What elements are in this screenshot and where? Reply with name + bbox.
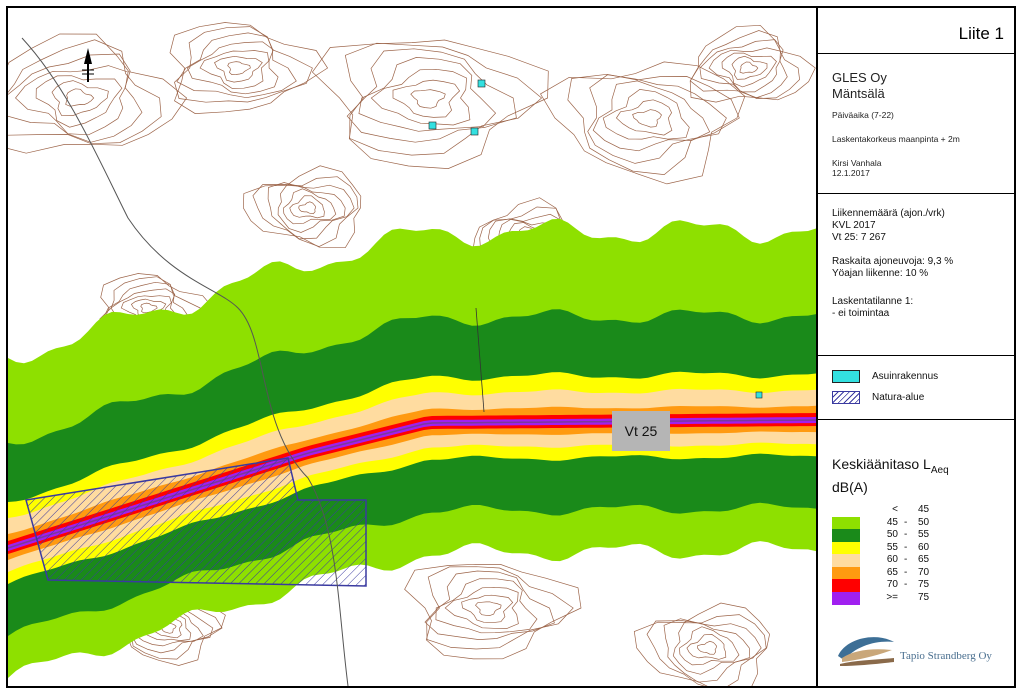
logo-text: Tapio Strandberg Oy	[900, 650, 992, 662]
building	[755, 391, 763, 399]
legend-title-main: Keskiäänitaso L	[832, 456, 931, 472]
company: GLES Oy	[832, 70, 887, 85]
building-swatch	[832, 370, 860, 383]
natura-swatch	[832, 391, 860, 404]
noise-band-swatch	[832, 579, 860, 592]
building-label: Asuinrakennus	[872, 371, 939, 382]
symbol-legend: Asuinrakennus Natura-alue	[818, 356, 1014, 420]
building	[470, 127, 479, 136]
place: Mäntsälä	[832, 86, 885, 101]
period-text: Päiväaika (7-22)	[832, 110, 894, 120]
date-text: 12.1.2017	[832, 168, 870, 178]
project-info: GLES Oy Mäntsälä Päiväaika (7-22) Lasken…	[818, 54, 1014, 194]
map-sheet: Vt 25 Liite 1 GLES Oy Mäntsälä Päiväaika…	[6, 6, 1016, 688]
band-to: 70	[918, 566, 930, 578]
band-from: 65	[886, 566, 898, 578]
band-from: 70	[886, 579, 898, 590]
legend-unit: dB(A)	[832, 478, 868, 495]
author-text: Kirsi Vanhala	[832, 158, 882, 168]
traffic-line: Vt 25: 7 267	[832, 232, 886, 243]
band-to: 45	[918, 504, 930, 515]
noise-band-swatch	[832, 529, 860, 542]
band-to: 75	[918, 591, 930, 603]
band-from: <	[892, 504, 898, 515]
noise-band-swatch	[832, 554, 860, 567]
traffic-info: Liikennemäärä (ajon./vrk) KVL 2017 Vt 25…	[818, 194, 1014, 356]
legend-panel: Liite 1 GLES Oy Mäntsälä Päiväaika (7-22…	[818, 8, 1014, 686]
band-from: 50	[886, 529, 898, 540]
band-to: 55	[918, 529, 930, 540]
traffic-line: KVL 2017	[832, 220, 876, 231]
noise-band-swatch	[832, 504, 860, 517]
noise-band-swatch	[832, 516, 860, 530]
band-from: >=	[886, 591, 898, 603]
band-dash: -	[904, 579, 908, 590]
height-text: Laskentakorkeus maanpinta + 2m	[832, 134, 960, 144]
band-dash: -	[904, 566, 908, 578]
band-to: 50	[918, 516, 930, 528]
band-to: 65	[918, 554, 930, 565]
noise-map[interactable]: Vt 25	[8, 8, 818, 686]
traffic-line: Raskaita ajoneuvoja: 9,3 %	[832, 256, 954, 267]
traffic-line: Liikennemäärä (ajon./vrk)	[832, 208, 945, 219]
noise-band-swatch	[832, 566, 860, 580]
building	[477, 79, 486, 88]
building	[428, 121, 437, 130]
traffic-line: Laskentatilanne 1:	[832, 296, 914, 307]
sheet-title: Liite 1	[958, 24, 1004, 43]
natura-label: Natura-alue	[872, 392, 925, 403]
road-label-vt25: Vt 25	[612, 411, 670, 451]
band-dash: -	[904, 554, 908, 565]
traffic-line: Yöajan liikenne: 10 %	[832, 268, 929, 279]
tapio-logo-icon	[838, 637, 894, 666]
band-to: 75	[918, 579, 930, 590]
legend-title-sub: Aeq	[930, 464, 949, 476]
noise-band-swatch	[832, 541, 860, 555]
band-dash: -	[904, 529, 908, 540]
noise-legend-title: Keskiäänitaso LAeq dB(A)	[832, 456, 949, 496]
band-from: 55	[886, 541, 898, 553]
company-name: GLES Oy Mäntsälä	[832, 70, 887, 102]
title-block: Liite 1	[818, 8, 1014, 54]
band-from: 60	[886, 554, 898, 565]
map-canvas	[8, 8, 816, 686]
traffic-line: - ei toimintaa	[832, 308, 890, 319]
band-to: 60	[918, 541, 930, 553]
noise-band-swatch	[832, 591, 860, 605]
band-dash: -	[904, 516, 908, 528]
band-dash: -	[904, 541, 908, 553]
band-from: 45	[886, 516, 898, 528]
